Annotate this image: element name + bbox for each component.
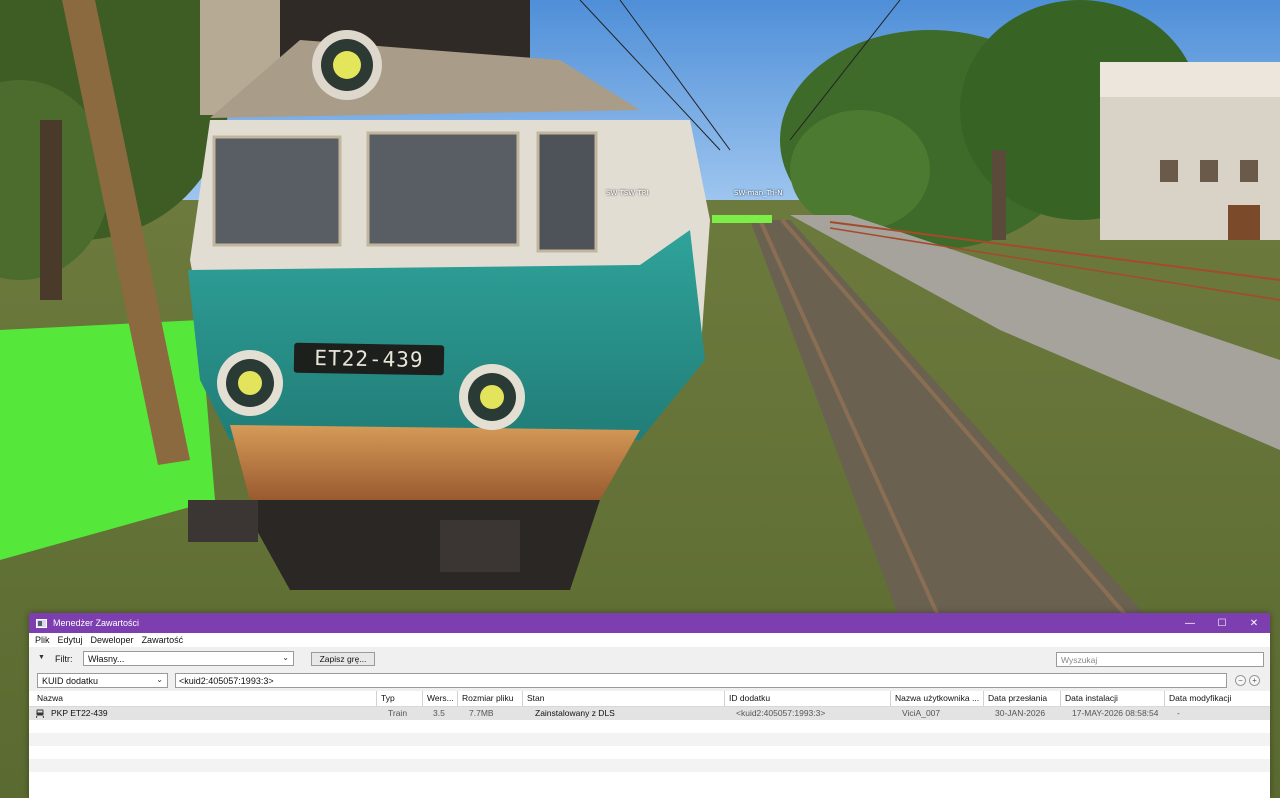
title-bar[interactable]: Menedżer Zawartości — ☐ ✕ (29, 613, 1270, 633)
remove-condition-icon[interactable]: − (1235, 675, 1246, 686)
minimize-button[interactable]: — (1174, 613, 1206, 633)
window-title: Menedżer Zawartości (53, 618, 140, 628)
column-header-status[interactable]: Stan (522, 691, 724, 706)
chevron-down-icon: ⌄ (156, 675, 163, 684)
cell-size: 7.7MB (469, 708, 494, 718)
kuid-toolbar: KUID dodatku ⌄ <kuid2:405057:1993:3> − + (29, 671, 1270, 691)
cell-type: Train (388, 708, 408, 718)
column-header-name[interactable]: Nazwa (29, 691, 376, 706)
save-filter-button[interactable]: Zapisz grę... (311, 652, 375, 666)
chevron-down-icon: ⌄ (282, 653, 289, 662)
maximize-button[interactable]: ☐ (1206, 613, 1238, 633)
cell-username: ViciA_007 (902, 708, 941, 718)
filter-select-value: Własny... (88, 653, 125, 664)
close-icon: ✕ (1249, 617, 1259, 629)
cell-upload-date: 30-JAN-2026 (995, 708, 1046, 718)
app-icon (36, 618, 47, 628)
column-header-upload-date[interactable]: Data przesłania (983, 691, 1060, 706)
menu-edytuj[interactable]: Edytuj (55, 635, 86, 645)
empty-row (29, 759, 1270, 772)
kuid-field-value: KUID dodatku (42, 675, 99, 686)
close-button[interactable]: ✕ (1238, 613, 1270, 633)
empty-row (29, 720, 1270, 733)
empty-row (29, 733, 1270, 746)
column-header-version[interactable]: Wers... (422, 691, 457, 706)
locomotive-number-plate: ET22-439 (293, 342, 445, 376)
collapse-arrow-icon[interactable]: ▼ (38, 654, 45, 661)
cell-status: Zainstalowany z DLS (535, 708, 615, 718)
column-header-username[interactable]: Nazwa użytkownika ... (890, 691, 983, 706)
column-header-modified-date[interactable]: Data modyfikacji (1164, 691, 1270, 706)
menu-deweloper[interactable]: Deweloper (88, 635, 137, 645)
content-manager-window: Menedżer Zawartości — ☐ ✕ Plik Edytuj De… (29, 613, 1270, 798)
search-input[interactable]: Wyszukaj (1056, 652, 1264, 667)
kuid-field-select[interactable]: KUID dodatku ⌄ (37, 673, 168, 688)
menu-zawartosc[interactable]: Zawartość (139, 635, 187, 645)
empty-row (29, 746, 1270, 759)
table-row[interactable]: PKP ET22-439 Train 3.5 7.7MB Zainstalowa… (29, 707, 1270, 720)
minimize-icon: — (1185, 617, 1195, 629)
filter-toolbar: ▼ Filtr: Własny... ⌄ Zapisz grę... Wyszu… (29, 647, 1270, 671)
column-header-kuid[interactable]: ID dodatku (724, 691, 890, 706)
add-condition-icon[interactable]: + (1249, 675, 1260, 686)
maximize-icon: ☐ (1217, 617, 1227, 629)
filter-select[interactable]: Własny... ⌄ (83, 651, 294, 666)
empty-row (29, 772, 1270, 785)
filter-label: Filtr: (55, 654, 73, 664)
cell-modified-date: - (1177, 708, 1180, 718)
scene-sign-label: SW TSW TRI (606, 189, 649, 197)
kuid-input[interactable]: <kuid2:405057:1993:3> (175, 673, 1227, 688)
column-header-install-date[interactable]: Data instalacji (1060, 691, 1164, 706)
train-icon (36, 709, 44, 718)
scene-sign-label: SW-man_Tri-N (734, 189, 783, 197)
column-header-size[interactable]: Rozmiar pliku (457, 691, 522, 706)
cell-name: PKP ET22-439 (51, 708, 108, 718)
menu-plik[interactable]: Plik (32, 635, 53, 645)
menu-bar: Plik Edytuj Deweloper Zawartość (29, 633, 1270, 647)
cell-install-date: 17-MAY-2026 08:58:54 (1072, 708, 1159, 718)
cell-version: 3.5 (433, 708, 445, 718)
column-header-type[interactable]: Typ (376, 691, 422, 706)
cell-kuid: <kuid2:405057:1993:3> (736, 708, 826, 718)
table-header: Nazwa Typ Wers... Rozmiar pliku Stan ID … (29, 691, 1270, 707)
